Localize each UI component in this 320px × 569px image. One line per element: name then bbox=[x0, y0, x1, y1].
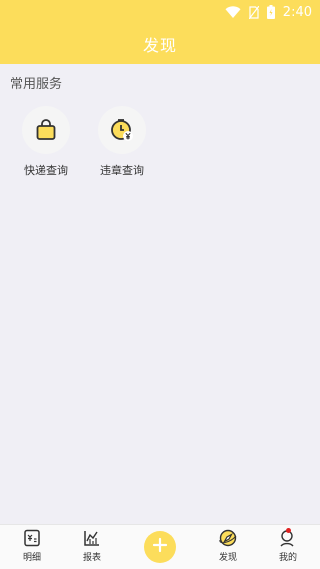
compass-icon bbox=[219, 529, 237, 547]
bottom-tab-bar: 明细 报表 发现 我的 bbox=[0, 524, 320, 569]
tab-label: 明细 bbox=[22, 553, 41, 563]
clock-yen-icon bbox=[98, 106, 146, 154]
shopping-bag-icon bbox=[22, 106, 70, 154]
notification-badge bbox=[286, 528, 291, 533]
page-title: 发现 bbox=[142, 36, 177, 55]
status-icons: 2:40 bbox=[225, 3, 312, 21]
user-icon bbox=[279, 528, 297, 547]
section-header: 常用服务 bbox=[0, 64, 320, 99]
tab-label: 报表 bbox=[82, 553, 101, 563]
battery-icon bbox=[266, 5, 275, 19]
status-time: 2:40 bbox=[282, 4, 312, 20]
service-label: 快递查询 bbox=[24, 164, 68, 177]
plus-icon bbox=[152, 537, 168, 557]
service-violation-query[interactable]: 违章查询 bbox=[87, 106, 157, 178]
tab-details[interactable]: 明细 bbox=[12, 529, 52, 563]
service-label: 违章查询 bbox=[100, 164, 144, 177]
tab-mine[interactable]: 我的 bbox=[268, 528, 308, 563]
service-express-query[interactable]: 快递查询 bbox=[11, 106, 81, 178]
section-title: 常用服务 bbox=[10, 77, 63, 92]
tab-label: 发现 bbox=[218, 553, 237, 563]
tab-label: 我的 bbox=[278, 553, 297, 563]
no-sim-icon bbox=[248, 5, 259, 19]
status-bar: 2:40 bbox=[0, 0, 320, 24]
chart-icon bbox=[83, 529, 101, 547]
add-record-button[interactable] bbox=[144, 531, 176, 563]
wifi-icon bbox=[225, 5, 241, 19]
tab-discover[interactable]: 发现 bbox=[208, 529, 248, 563]
app-bar: 发现 bbox=[0, 24, 320, 64]
details-icon bbox=[23, 529, 41, 547]
discover-content: 常用服务 快递查询 违章查询 bbox=[0, 64, 320, 524]
tab-reports[interactable]: 报表 bbox=[72, 529, 112, 563]
